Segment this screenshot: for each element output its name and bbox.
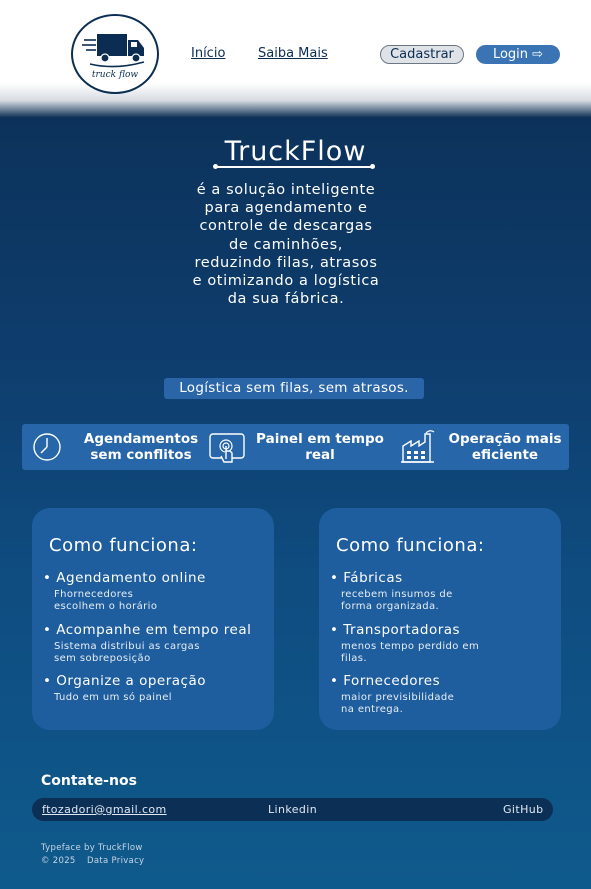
- site-header: truck flow Início Saiba Mais Cadastrar L…: [0, 0, 591, 118]
- card-item-desc: sem sobreposição: [54, 653, 151, 664]
- touch-panel-icon: [209, 433, 245, 463]
- nav-about-link[interactable]: Saiba Mais: [258, 46, 328, 61]
- card-item-sub: maior previsibilidade na entrega.: [341, 692, 454, 716]
- card-item-sub: Fhornecedores escolhem o horário: [54, 589, 157, 613]
- card-title: Como funciona:: [49, 535, 198, 556]
- card-item-sub: Sistema distribui as cargas sem sobreposi…: [54, 641, 200, 665]
- card-item-desc: maior previsibilidade: [341, 692, 455, 703]
- tagline-badge: Logística sem filas, sem atrasos.: [164, 378, 424, 399]
- card-item-desc: menos tempo perdido em: [341, 641, 480, 652]
- feature-scheduling: Agendamentos sem conflitos: [32, 424, 208, 470]
- card-item-title: Transportadoras: [343, 622, 461, 638]
- contact-title: Contate-nos: [41, 773, 137, 789]
- hero-title-underline: [213, 164, 375, 169]
- card-item: • Transportadoras: [330, 622, 461, 638]
- email-link[interactable]: ftozadori@gmail.com: [42, 803, 167, 816]
- card-item-desc: na entrega.: [341, 704, 404, 715]
- truck-flow-logo[interactable]: truck flow: [71, 14, 159, 94]
- feature-label: Operação mais eficiente: [448, 431, 562, 463]
- card-item-desc: filas.: [341, 653, 367, 664]
- data-privacy-link[interactable]: Data Privacy: [87, 856, 144, 866]
- card-item: • Organize a operação: [43, 673, 207, 689]
- card-item-sub: menos tempo perdido em filas.: [341, 641, 479, 665]
- how-it-works-card: Como funciona: • Fábricas recebem insumo…: [319, 508, 561, 730]
- card-item-title: Agendamento online: [56, 570, 206, 586]
- card-title: Como funciona:: [336, 535, 485, 556]
- factory-icon: [401, 430, 435, 463]
- footer-copyright: © 2025: [41, 856, 76, 866]
- card-item-desc: escolhem o horário: [54, 601, 158, 612]
- footer-typeface: Typeface by TruckFlow: [41, 843, 143, 853]
- feature-operation: Operação mais eficiente: [400, 424, 568, 470]
- card-item-title: Organize a operação: [56, 673, 207, 689]
- features-bar: Agendamentos sem conflitos Painel em tem…: [22, 424, 569, 470]
- card-item: • Fornecedores: [330, 673, 441, 689]
- feature-panel: Painel em tempo real: [208, 424, 388, 470]
- hero-description: é a solução inteligente para agendamento…: [192, 182, 380, 308]
- nav-home-link[interactable]: Início: [191, 46, 225, 61]
- card-item-desc: Sistema distribui as cargas: [54, 641, 200, 652]
- card-item-sub: recebem insumos de forma organizada.: [341, 589, 453, 613]
- card-item: • Agendamento online: [43, 570, 206, 586]
- linkedin-link[interactable]: Linkedin: [268, 803, 317, 816]
- how-it-works-card: Como funciona: • Agendamento online Fhor…: [32, 508, 274, 730]
- logo-text: truck flow: [91, 70, 139, 80]
- truck-icon: [82, 34, 145, 68]
- contact-bar: ftozadori@gmail.com Linkedin GitHub: [32, 798, 553, 821]
- clock-icon: [33, 433, 61, 461]
- card-item-desc: Fhornecedores: [54, 589, 134, 600]
- card-item: • Fábricas: [330, 570, 403, 586]
- hero-title: TruckFlow: [224, 136, 367, 167]
- register-button[interactable]: Cadastrar: [380, 45, 464, 64]
- card-item-desc: recebem insumos de: [341, 589, 453, 600]
- login-button[interactable]: Login ⇨: [476, 45, 560, 64]
- card-item: • Acompanhe em tempo real: [43, 622, 252, 638]
- github-link[interactable]: GitHub: [503, 803, 544, 816]
- card-item-desc: forma organizada.: [341, 601, 440, 612]
- card-item-title: Acompanhe em tempo real: [56, 622, 252, 638]
- card-item-desc: Tudo em um só painel: [54, 692, 172, 703]
- feature-label: Agendamentos sem conflitos: [83, 431, 199, 463]
- feature-label: Painel em tempo real: [256, 431, 384, 463]
- card-item-title: Fábricas: [343, 570, 403, 586]
- card-item-sub: Tudo em um só painel: [54, 692, 172, 704]
- card-item-title: Fornecedores: [343, 673, 441, 689]
